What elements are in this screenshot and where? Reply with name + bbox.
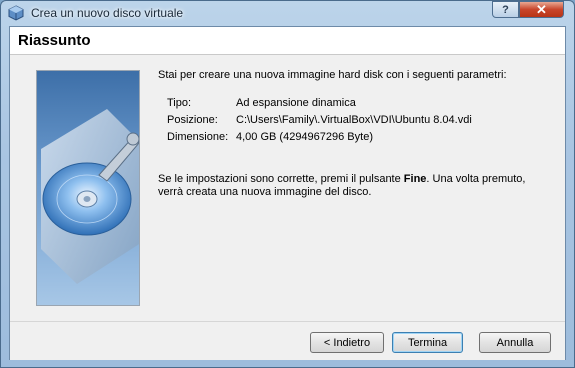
location-label: Posizione: (167, 114, 218, 126)
hard-disk-icon (41, 109, 139, 284)
hard-disk-illustration (36, 70, 140, 306)
help-button[interactable]: ? (492, 1, 519, 18)
confirmation-text: Se le impostazioni sono corrette, premi … (158, 173, 548, 199)
virtualbox-icon (8, 5, 24, 21)
finish-keyword: Fine (403, 173, 427, 185)
location-value: C:\Users\Family\.VirtualBox\VDI\Ubuntu 8… (236, 114, 472, 126)
size-label: Dimensione: (167, 131, 229, 143)
page-title: Riassunto (18, 32, 91, 49)
wizard-client-area: Riassunto Stai per creare una nuova imma… (9, 26, 566, 360)
summary-intro: Stai per creare una nuova immagine hard … (158, 69, 507, 81)
wizard-header: Riassunto (10, 27, 565, 55)
type-value: Ad espansione dinamica (236, 97, 356, 109)
wizard-footer: < Indietro Termina Annulla (10, 321, 565, 360)
size-value: 4,00 GB (4294967296 Byte) (236, 131, 373, 143)
cancel-button[interactable]: Annulla (479, 332, 551, 353)
finish-button[interactable]: Termina (392, 332, 463, 353)
title-bar[interactable]: Crea un nuovo disco virtuale ? ✕ (1, 1, 574, 25)
back-button[interactable]: < Indietro (310, 332, 384, 353)
window-title: Crea un nuovo disco virtuale (31, 6, 184, 20)
close-button[interactable]: ✕ (519, 1, 564, 18)
confirmation-text-start: Se le impostazioni sono corrette, premi … (158, 173, 404, 185)
wizard-body: Stai per creare una nuova immagine hard … (10, 55, 565, 321)
wizard-window: Crea un nuovo disco virtuale ? ✕ Riassun… (0, 0, 575, 368)
type-label: Tipo: (167, 97, 192, 109)
